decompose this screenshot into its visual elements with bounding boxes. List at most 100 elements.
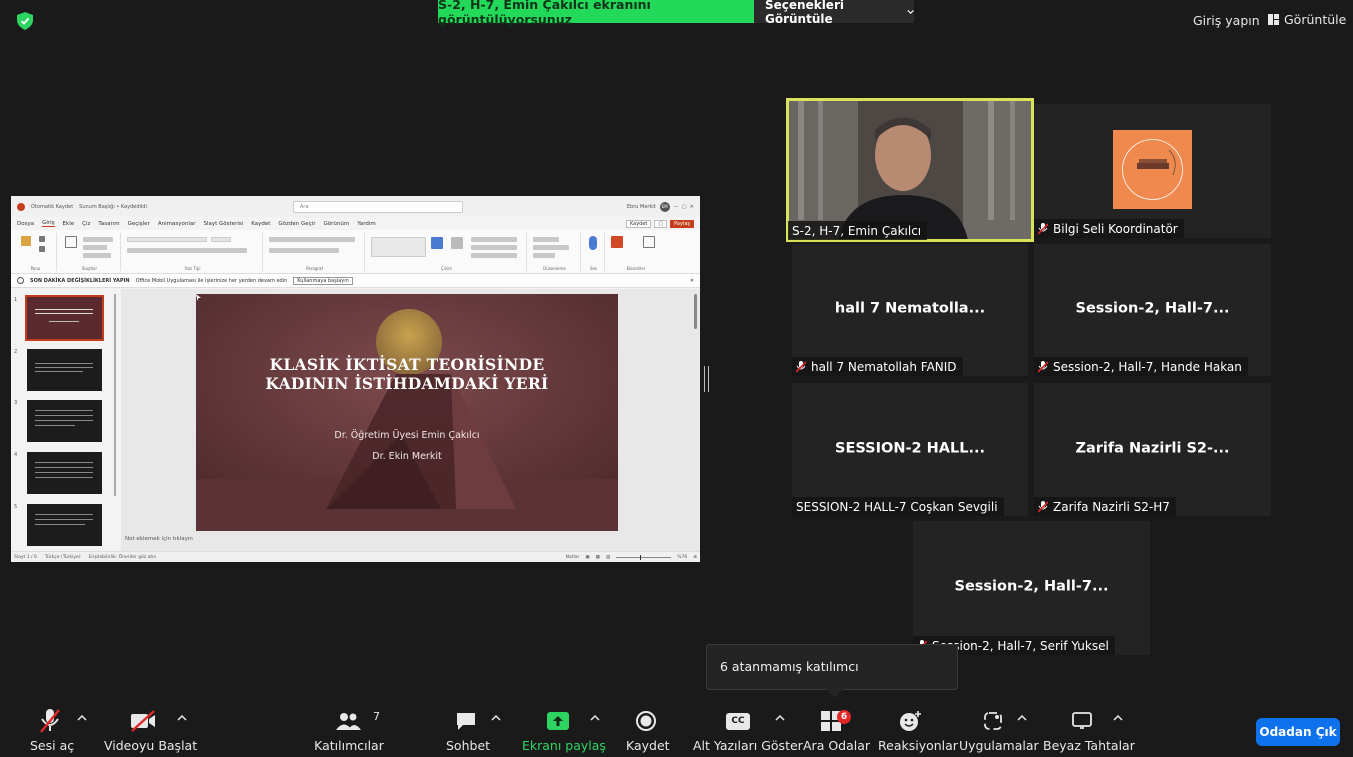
find-button[interactable] [533, 237, 559, 242]
reading-view-icon[interactable]: ▤ [606, 555, 610, 560]
ppt-search-box[interactable]: Ara [292, 200, 463, 213]
menu-gorunum[interactable]: Görünüm [324, 221, 350, 227]
split-view-handle[interactable] [704, 366, 709, 392]
arrange-icon[interactable] [431, 237, 443, 249]
notice-start-button[interactable]: Kullanmaya başlayın [293, 276, 353, 285]
participant-label-text: SESSION-2 HALL-7 Coşkan Sevgili [796, 499, 998, 514]
ribbon-group-eklentiler: Eklentiler [607, 233, 665, 271]
notes-placeholder[interactable]: Not eklemek için tıklayın [125, 536, 193, 542]
participant-tile[interactable]: Zarifa Nazirli S2-... Zarifa Nazirli S2-… [1034, 383, 1271, 516]
menu-yardim[interactable]: Yardım [357, 221, 376, 227]
menu-dosya[interactable]: Dosya [17, 221, 34, 227]
slide-thumbnail[interactable]: 4 [14, 452, 102, 494]
layout-button[interactable] [83, 237, 113, 242]
list-buttons[interactable] [269, 237, 355, 242]
participant-tile[interactable]: Session-2, Hall-7... Session-2, Hall-7, … [1034, 244, 1271, 376]
participant-tile[interactable]: hall 7 Nematolla... hall 7 Nematollah FA… [792, 244, 1028, 376]
slide-thumbnail[interactable]: 3 [14, 400, 102, 442]
reactions-button[interactable]: Reaksiyonlar [878, 708, 958, 753]
start-video-button[interactable]: Videoyu Başlat [104, 708, 197, 753]
align-buttons[interactable] [269, 248, 339, 253]
zoom-slider[interactable] [616, 554, 672, 560]
shape-fill-button[interactable] [471, 237, 517, 242]
chevron-up-icon[interactable] [775, 714, 785, 722]
sorter-view-icon[interactable]: ▦ [596, 555, 600, 560]
status-notes-button[interactable]: Notlar [566, 555, 580, 560]
participant-label-text: Bilgi Seli Koordinatör [1053, 221, 1178, 236]
section-button[interactable] [83, 253, 111, 258]
reset-button[interactable] [83, 245, 107, 250]
chevron-up-icon[interactable] [1017, 714, 1027, 722]
shield-icon[interactable] [17, 12, 33, 30]
participants-button[interactable]: 7 Katılımcılar [313, 708, 385, 753]
share-screen-button[interactable]: Ekranı paylaş [522, 708, 606, 753]
status-accessibility[interactable]: Erişilebilirlik: Öneriler göz atın [89, 555, 157, 560]
whiteboards-button[interactable]: Beyaz Tahtalar [1043, 708, 1135, 753]
record-button[interactable]: Kaydet [625, 219, 652, 228]
fit-slide-icon[interactable]: ⊕ [693, 555, 697, 560]
quick-styles-icon[interactable] [451, 237, 463, 249]
unmute-button[interactable]: Sesi aç [30, 708, 74, 753]
chat-button[interactable]: Sohbet [446, 708, 490, 753]
chevron-up-icon[interactable] [77, 714, 87, 722]
shared-screen-powerpoint[interactable]: Otomatik Kaydet Sunum Başlığı • Kaydedil… [11, 196, 700, 562]
share-button[interactable]: Paylaş [670, 219, 694, 228]
slide-scrollbar[interactable] [694, 294, 697, 329]
chevron-up-icon[interactable] [177, 714, 187, 722]
shapes-gallery[interactable] [371, 237, 426, 257]
show-captions-button[interactable]: CC Alt Yazıları Göster [693, 708, 803, 753]
copy-icon[interactable] [39, 246, 45, 252]
menu-tasarim[interactable]: Tasarım [98, 221, 119, 227]
zoom-level[interactable]: %76 [677, 555, 687, 560]
sign-in-link[interactable]: Giriş yapın [1193, 13, 1260, 28]
record-button[interactable]: Kaydet [626, 708, 670, 753]
replace-button[interactable] [533, 245, 569, 250]
zoom-slider-thumb[interactable] [640, 554, 642, 560]
menu-giris[interactable]: Giriş [42, 220, 55, 227]
status-language[interactable]: Türkçe (Türkiye) [45, 555, 81, 560]
normal-view-icon[interactable]: ▣ [585, 555, 589, 560]
slide-thumbnail[interactable]: 1 [14, 295, 104, 341]
menu-animasyonlar[interactable]: Animasyonlar [158, 221, 196, 227]
breakout-rooms-button[interactable]: 6 Ara Odalar [803, 708, 870, 753]
paste-icon[interactable] [21, 236, 31, 246]
slide-thumbnail[interactable]: 2 [14, 349, 102, 391]
format-buttons[interactable] [127, 248, 247, 253]
participant-tile[interactable]: SESSION-2 HALL... SESSION-2 HALL-7 Coşka… [792, 383, 1028, 516]
font-select[interactable] [127, 237, 207, 242]
slide-thumbnail[interactable]: 5 [14, 504, 102, 546]
menu-slayt-gosterisi[interactable]: Slayt Gösterisi [203, 221, 243, 227]
cut-icon[interactable] [39, 236, 45, 242]
font-size-select[interactable] [211, 237, 231, 242]
menu-gozden-gecir[interactable]: Gözden Geçir [278, 221, 315, 227]
thumbnail-scrollbar[interactable] [114, 294, 116, 496]
shape-effects-button[interactable] [471, 253, 517, 258]
current-slide[interactable]: KLASİK İKTİSAT TEORİSİNDE KADININ İSTİHD… [196, 294, 618, 531]
chevron-up-icon[interactable] [1113, 714, 1123, 722]
new-slide-icon[interactable] [65, 236, 77, 248]
participant-tile[interactable]: Session-2, Hall-7... Session-2, Hall-7, … [913, 521, 1150, 655]
view-options-menu[interactable]: Seçenekleri Görüntüle [754, 0, 914, 26]
chevron-up-icon[interactable] [491, 714, 501, 722]
addins-icon[interactable] [611, 236, 623, 248]
comment-icon[interactable]: ▢ [654, 219, 668, 228]
chevron-up-icon[interactable] [590, 714, 600, 722]
select-button[interactable] [533, 253, 555, 258]
view-button[interactable]: Görüntüle [1268, 12, 1346, 27]
shape-outline-button[interactable] [471, 245, 517, 250]
participant-label-text: Session-2, Hall-7, Serif Yuksel [932, 638, 1109, 653]
dictate-icon[interactable] [589, 236, 597, 250]
participants-count: 7 [373, 710, 380, 723]
close-icon[interactable]: ✕ [690, 278, 694, 284]
menu-ekle[interactable]: Ekle [63, 221, 75, 227]
participant-tile[interactable]: Bilgi Seli Koordinatör [1034, 104, 1271, 238]
thumb-line [35, 371, 83, 372]
autosave-label: Otomatik Kaydet [31, 203, 74, 210]
designer-icon[interactable] [643, 236, 655, 248]
menu-kaydet[interactable]: Kaydet [251, 221, 270, 227]
participant-tile-active-speaker[interactable]: S-2, H-7, Emin Çakılcı [786, 98, 1034, 242]
menu-ciz[interactable]: Çiz [82, 221, 90, 227]
leave-room-button[interactable]: Odadan Çık [1256, 718, 1340, 746]
menu-gecisler[interactable]: Geçişler [128, 221, 150, 227]
slide-title: KLASİK İKTİSAT TEORİSİNDE KADININ İSTİHD… [196, 355, 618, 393]
